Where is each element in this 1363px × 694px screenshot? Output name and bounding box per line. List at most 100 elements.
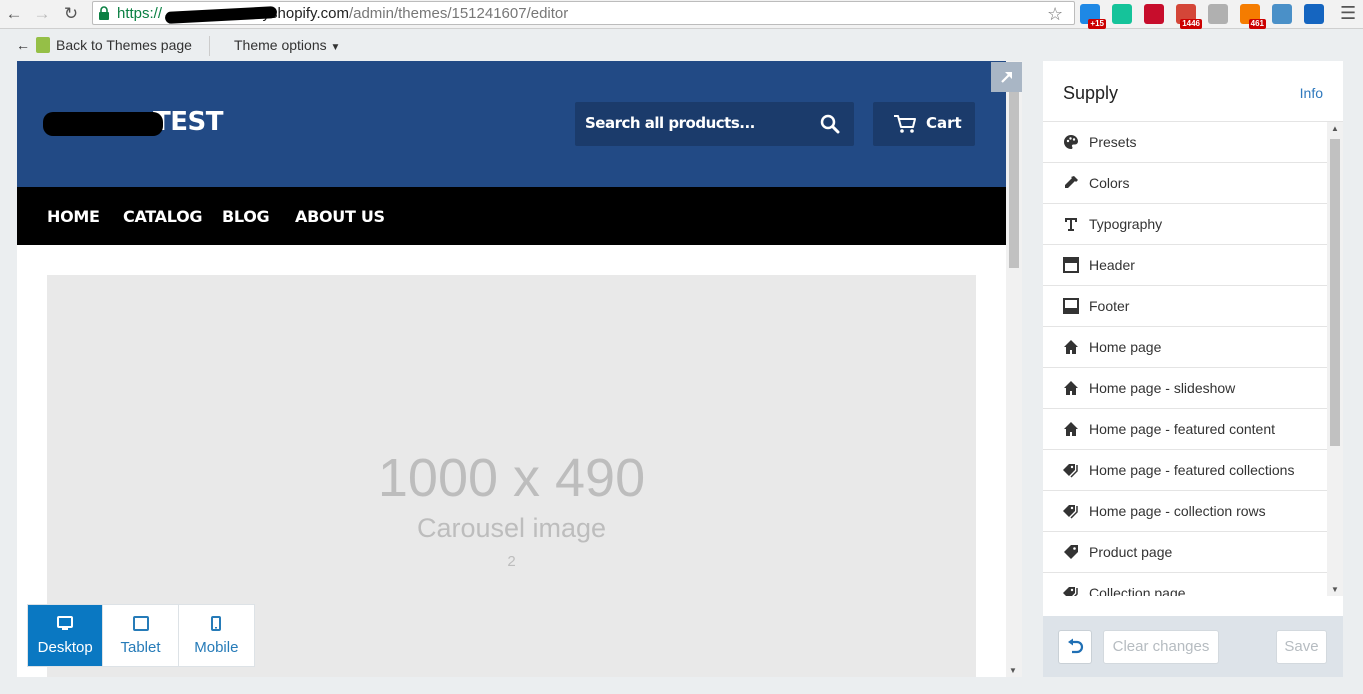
sidebar-item-home-page[interactable]: Home page (1043, 327, 1327, 368)
expand-arrow-icon (1000, 72, 1012, 83)
cart-icon (894, 115, 916, 133)
settings-list: Presets Colors Typography Header Footer Home … (1043, 122, 1327, 596)
generic-extension[interactable] (1208, 4, 1228, 24)
sidebar-item-label: Home page - featured collections (1089, 462, 1295, 478)
sidebar-scroll-thumb[interactable] (1330, 139, 1340, 446)
expand-preview-button[interactable] (991, 62, 1022, 92)
messenger-extension[interactable]: +15 (1080, 4, 1106, 29)
device-desktop-button[interactable]: Desktop (28, 605, 104, 666)
device-mobile-label: Mobile (194, 638, 239, 656)
url-path: /admin/themes/151241607/editor (348, 5, 569, 22)
theme-options-label: Theme options (234, 37, 327, 53)
store-header: TEST Search all products... Cart (17, 61, 1006, 187)
sidebar-item-footer[interactable]: Footer (1043, 286, 1327, 327)
bookmark-star-icon[interactable]: ☆ (1047, 4, 1063, 25)
back-to-themes-label: Back to Themes page (56, 37, 192, 53)
search-placeholder: Search all products... (585, 114, 755, 132)
rss-feed-extension[interactable]: 461 (1240, 4, 1266, 29)
sidebar-item-label: Home page - collection rows (1089, 503, 1266, 519)
clear-changes-button[interactable]: Clear changes (1103, 630, 1219, 664)
home-icon (1062, 379, 1080, 397)
footer-layout-icon (1062, 297, 1080, 315)
window-extension[interactable] (1304, 4, 1324, 24)
undo-button[interactable] (1058, 630, 1092, 664)
sidebar-footer: Clear changes Save (1043, 616, 1343, 677)
nav-blog[interactable]: BLOG (222, 207, 270, 226)
sidebar-item-label: Home page - slideshow (1089, 380, 1236, 396)
address-bar[interactable]: https://myshopify.com/admin/themes/15124… (92, 1, 1075, 25)
info-link[interactable]: Info (1300, 85, 1323, 101)
sidebar-item-header[interactable]: Header (1043, 245, 1327, 286)
header-layout-icon (1062, 256, 1080, 274)
extension-badge: 1446 (1180, 19, 1202, 29)
nav-home[interactable]: HOME (47, 207, 100, 226)
tag-icon (1062, 543, 1080, 561)
fst-extension[interactable] (1272, 4, 1292, 24)
sidebar-item-label: Collection page (1089, 585, 1186, 596)
nav-about-us[interactable]: ABOUT US (295, 207, 385, 226)
reload-icon[interactable]: ↻ (61, 4, 81, 24)
sidebar-item-product-page[interactable]: Product page (1043, 532, 1327, 573)
device-tablet-button[interactable]: Tablet (103, 605, 179, 666)
sidebar-scrollbar[interactable]: ▲ ▼ (1327, 122, 1343, 596)
theme-options-dropdown[interactable]: Theme options ▼ (234, 37, 340, 53)
device-mobile-button[interactable]: Mobile (179, 605, 254, 666)
sidebar-item-label: Presets (1089, 134, 1137, 150)
device-desktop-label: Desktop (37, 638, 93, 656)
adblock-plus-extension[interactable] (1144, 4, 1164, 24)
scroll-down-arrow-icon[interactable]: ▼ (1009, 666, 1017, 675)
theme-preview[interactable]: TEST Search all products... Cart HOME CA… (17, 61, 1006, 677)
sidebar-item-label: Header (1089, 257, 1135, 273)
sidebar-item-home-page-slideshow[interactable]: Home page - slideshow (1043, 368, 1327, 409)
sidebar-item-typography[interactable]: Typography (1043, 204, 1327, 245)
mobile-icon (211, 615, 222, 631)
extension-badge: +15 (1088, 19, 1106, 29)
editor-topbar: ← Back to Themes page Theme options ▼ (0, 30, 1363, 61)
caret-down-icon: ▼ (330, 42, 341, 53)
grammarly-extension[interactable] (1112, 4, 1132, 24)
sidebar-item-home-page-collection-rows[interactable]: Home page - collection rows (1043, 491, 1327, 532)
browser-toolbar: ← → ↻ https://myshopify.com/admin/themes… (0, 0, 1363, 29)
url-protocol: https:// (117, 5, 163, 22)
device-switcher: Desktop Tablet Mobile (27, 604, 255, 667)
carousel-size-text: 1000 x 490 (377, 448, 646, 508)
sidebar-item-label: Home page - featured content (1089, 421, 1276, 437)
nav-catalog[interactable]: CATALOG (123, 207, 203, 226)
home-icon (1062, 420, 1080, 438)
sidebar-item-label: Colors (1089, 175, 1130, 191)
forward-arrow-icon[interactable]: → (32, 4, 52, 24)
store-nav: HOME CATALOG BLOG ABOUT US (17, 187, 1006, 245)
tablet-icon (132, 615, 149, 631)
topbar-divider (209, 36, 210, 56)
save-button[interactable]: Save (1276, 630, 1327, 664)
theme-settings-sidebar: Supply Info Presets Colors Typography Heade… (1043, 61, 1343, 677)
eyedropper-icon (1062, 174, 1080, 192)
back-to-themes-link[interactable]: ← Back to Themes page (16, 37, 192, 53)
carousel-label: Carousel image (416, 513, 607, 543)
tags-icon (1062, 461, 1080, 479)
store-logo-text: TEST (153, 107, 223, 137)
sidebar-item-label: Home page (1089, 339, 1162, 355)
sidebar-item-label: Product page (1089, 544, 1173, 560)
logo-redaction-mark (43, 112, 163, 136)
home-icon (1062, 338, 1080, 356)
scroll-up-arrow-icon[interactable]: ▲ (1331, 124, 1339, 133)
sidebar-item-presets[interactable]: Presets (1043, 122, 1327, 163)
preview-scroll-thumb[interactable] (1009, 91, 1019, 268)
scroll-down-arrow-icon[interactable]: ▼ (1331, 585, 1339, 594)
store-search-input[interactable]: Search all products... (575, 102, 854, 146)
extension-badge: 461 (1248, 19, 1266, 29)
shopify-bag-icon (36, 37, 50, 53)
tags-icon (1062, 584, 1080, 596)
tags-icon (1062, 502, 1080, 520)
preview-scrollbar[interactable]: ▼ (1006, 61, 1022, 677)
sidebar-item-home-page-featured-collections[interactable]: Home page - featured collections (1043, 450, 1327, 491)
back-arrow-icon[interactable]: ← (4, 4, 24, 24)
browser-menu-icon[interactable]: ☰ (1340, 3, 1356, 24)
search-icon[interactable] (820, 114, 840, 134)
sidebar-item-colors[interactable]: Colors (1043, 163, 1327, 204)
sidebar-item-home-page-featured-content[interactable]: Home page - featured content (1043, 409, 1327, 450)
cart-button[interactable]: Cart (873, 102, 975, 146)
sidebar-item-collection-page[interactable]: Collection page (1043, 573, 1327, 596)
gmail-checker-extension[interactable]: 1446 (1176, 4, 1202, 29)
